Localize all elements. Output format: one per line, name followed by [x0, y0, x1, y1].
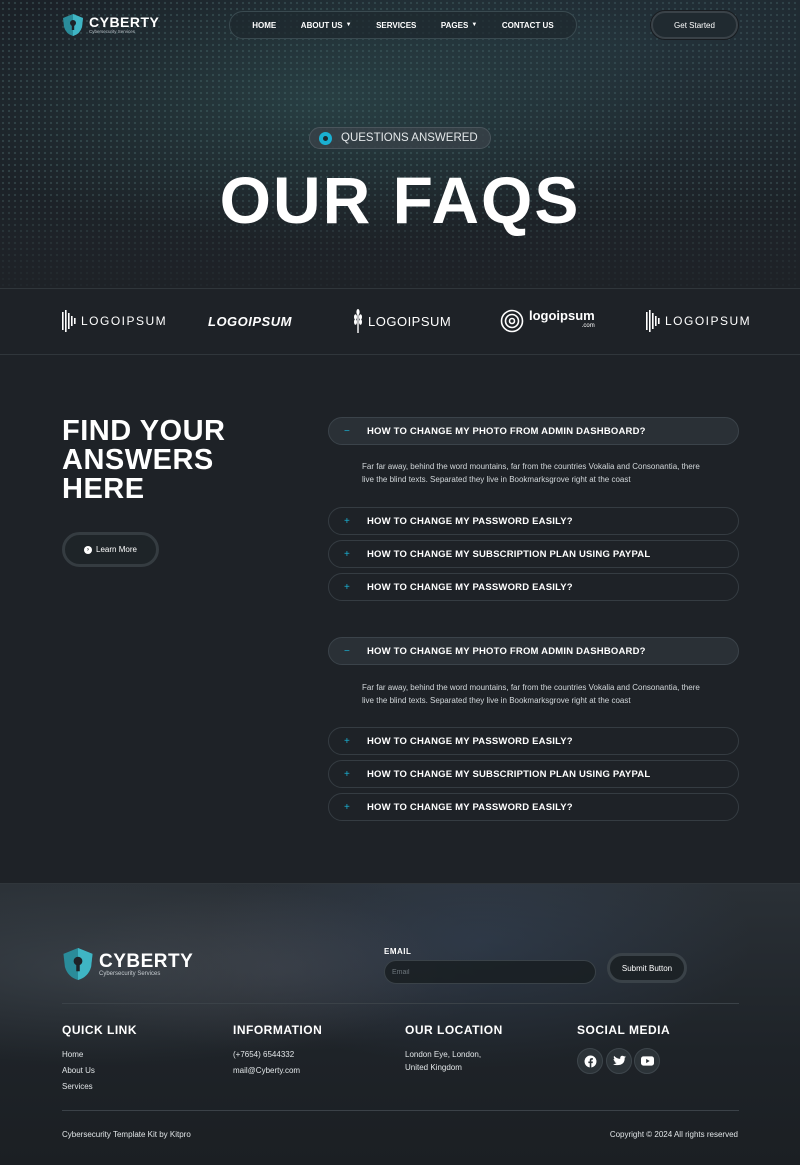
- bars-logo-icon: [646, 310, 660, 332]
- plus-icon: +: [344, 548, 351, 560]
- faq-question[interactable]: + HOW TO CHANGE MY PASSWORD EASILY?: [328, 573, 739, 601]
- nav-label: HOME: [252, 20, 277, 30]
- faq-question-text: HOW TO CHANGE MY PASSWORD EASILY?: [367, 581, 573, 593]
- faq-question-text: HOW TO CHANGE MY PHOTO FROM ADMIN DASHBO…: [367, 645, 646, 657]
- nav-item-about[interactable]: ABOUT US ▼: [301, 21, 352, 30]
- chevron-down-icon: ▼: [345, 22, 352, 28]
- spiral-logo-icon: [500, 309, 524, 333]
- faq-heading: FIND YOUR ANSWERS HERE: [62, 415, 226, 505]
- footer-link-services[interactable]: Services: [62, 1082, 93, 1091]
- facebook-button[interactable]: [577, 1048, 603, 1074]
- email-link[interactable]: mail@Cyberty.com: [233, 1066, 300, 1075]
- plus-icon: +: [344, 768, 351, 780]
- nav-label: CONTACT US: [501, 20, 554, 30]
- logo-name: CYBERTY: [89, 14, 160, 30]
- youtube-button[interactable]: [634, 1048, 660, 1074]
- minus-icon: −: [344, 645, 351, 657]
- arrow-right-icon: ›: [84, 545, 93, 554]
- partner-logo-4: logoipsum .com: [500, 308, 595, 334]
- faq-answer: Far far away, behind the word mountains,…: [362, 683, 700, 705]
- bars-logo-icon: [62, 310, 76, 332]
- minus-icon: −: [344, 425, 351, 437]
- location-line: United Kingdom: [405, 1063, 462, 1072]
- faq-question-text: HOW TO CHANGE MY SUBSCRIPTION PLAN USING…: [367, 768, 651, 780]
- plus-icon: +: [344, 735, 351, 747]
- footer-logo-name: CYBERTY: [99, 950, 194, 972]
- social-title: SOCIAL MEDIA: [577, 1023, 671, 1037]
- faq-question[interactable]: − HOW TO CHANGE MY PHOTO FROM ADMIN DASH…: [328, 637, 739, 665]
- wheat-logo-icon: [354, 309, 362, 333]
- footer-copyright: Copyright © 2024 All rights reserved: [609, 1130, 738, 1139]
- footer-divider: [62, 1110, 739, 1111]
- submit-button[interactable]: Submit Button: [607, 953, 687, 983]
- nav-item-contact[interactable]: CONTACT US: [502, 21, 554, 30]
- twitter-button[interactable]: [606, 1048, 632, 1074]
- nav-label: ABOUT US: [300, 20, 343, 30]
- partner-logo-text: LOGOIPSUM: [665, 314, 752, 328]
- plus-icon: +: [344, 801, 351, 813]
- email-label: EMAIL: [384, 947, 412, 956]
- main-nav: HOME ABOUT US ▼ SERVICES PAGES ▼ CONTACT U…: [229, 11, 577, 39]
- facebook-icon: [584, 1055, 596, 1068]
- get-started-button[interactable]: Get Started: [651, 11, 738, 39]
- partner-logo-5: LOGOIPSUM: [646, 308, 751, 334]
- footer-logo[interactable]: CYBERTY Cybersecurity Services: [62, 946, 193, 982]
- nav-item-home[interactable]: HOME: [252, 21, 276, 30]
- learn-more-label: Learn More: [96, 545, 137, 554]
- faq-question[interactable]: + HOW TO CHANGE MY SUBSCRIPTION PLAN USI…: [328, 540, 739, 568]
- page-title: OUR FAQS: [219, 163, 581, 237]
- faq-question[interactable]: + HOW TO CHANGE MY PASSWORD EASILY?: [328, 507, 739, 535]
- faq-question[interactable]: − HOW TO CHANGE MY PHOTO FROM ADMIN DASH…: [328, 417, 739, 445]
- partner-logo-text: LOGOIPSUM: [81, 314, 168, 328]
- faq-answer: Far far away, behind the word mountains,…: [362, 462, 700, 484]
- chevron-down-icon: ▼: [471, 22, 478, 28]
- nav-label: PAGES: [440, 20, 469, 30]
- learn-more-button[interactable]: › Learn More: [62, 532, 159, 567]
- nav-label: SERVICES: [376, 20, 417, 30]
- questions-badge: QUESTIONS ANSWERED: [309, 127, 491, 149]
- location-line: London Eye, London,: [405, 1050, 482, 1059]
- partner-logo-text: LOGOIPSUM: [368, 313, 452, 329]
- footer-divider: [62, 1003, 739, 1004]
- faq-question[interactable]: + HOW TO CHANGE MY SUBSCRIPTION PLAN USI…: [328, 760, 739, 788]
- email-input[interactable]: [384, 960, 596, 984]
- footer-link-about[interactable]: About Us: [62, 1066, 95, 1075]
- faq-question-text: HOW TO CHANGE MY PHOTO FROM ADMIN DASHBO…: [367, 425, 646, 437]
- partner-logo-text: logoipsum: [529, 308, 595, 323]
- header-logo[interactable]: CYBERTY Cybersecurity Services: [62, 13, 159, 37]
- information-title: INFORMATION: [233, 1023, 323, 1037]
- twitter-icon: [612, 1055, 626, 1066]
- nav-item-services[interactable]: SERVICES: [376, 21, 416, 30]
- footer-credit: Cybersecurity Template Kit by Kitpro: [62, 1130, 191, 1139]
- shield-logo-icon: [63, 948, 93, 980]
- faq-question-text: HOW TO CHANGE MY PASSWORD EASILY?: [367, 801, 573, 813]
- plus-icon: +: [344, 581, 351, 593]
- footer-link-home[interactable]: Home: [62, 1050, 83, 1059]
- location-title: OUR LOCATION: [405, 1023, 503, 1037]
- partner-logo-text: LOGOIPSUM: [208, 313, 292, 329]
- faq-question[interactable]: + HOW TO CHANGE MY PASSWORD EASILY?: [328, 793, 739, 821]
- nav-item-pages[interactable]: PAGES ▼: [441, 21, 477, 30]
- badge-label: QUESTIONS ANSWERED: [341, 132, 478, 144]
- faq-question-text: HOW TO CHANGE MY PASSWORD EASILY?: [367, 735, 573, 747]
- faq-question-text: HOW TO CHANGE MY PASSWORD EASILY?: [367, 515, 573, 527]
- logo-strip: LOGOIPSUM LOGOIPSUM LOGOIPSUM logoipsum …: [0, 288, 800, 355]
- faq-question-text: HOW TO CHANGE MY SUBSCRIPTION PLAN USING…: [367, 548, 651, 560]
- partner-logo-1: LOGOIPSUM: [62, 308, 167, 334]
- phone-text: (+7654) 6544332: [233, 1050, 295, 1059]
- shield-logo-icon: [63, 14, 83, 36]
- faq-question[interactable]: + HOW TO CHANGE MY PASSWORD EASILY?: [328, 727, 739, 755]
- plus-icon: +: [344, 515, 351, 527]
- quick-link-title: QUICK LINK: [62, 1023, 137, 1037]
- badge-dot-icon: [319, 131, 332, 145]
- partner-logo-2: LOGOIPSUM: [208, 308, 292, 334]
- youtube-icon: [640, 1056, 654, 1066]
- partner-logo-3: LOGOIPSUM: [353, 308, 451, 334]
